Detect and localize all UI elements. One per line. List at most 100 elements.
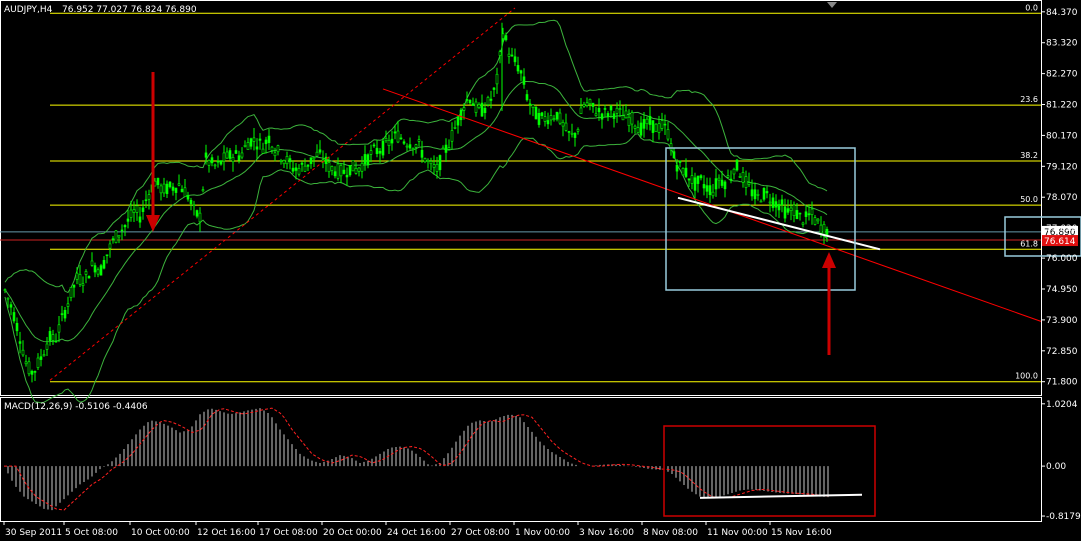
candle-body [447, 147, 451, 150]
price-tick-label: 80.170 [1046, 131, 1078, 141]
candle-body [396, 130, 400, 143]
price-tick-label: 73.900 [1046, 316, 1078, 326]
candle-body [627, 116, 631, 126]
candle-body [219, 160, 223, 165]
candle-body [612, 113, 616, 119]
candle-body [630, 112, 634, 125]
time-tick-label: 8 Nov 08:00 [643, 528, 698, 538]
candle-body [537, 113, 541, 125]
candle-body [606, 113, 610, 118]
price-tick-label: 79.120 [1046, 162, 1078, 172]
candle-body [303, 165, 307, 172]
candle-body [588, 99, 592, 105]
candle-body [540, 112, 544, 116]
candle-body [345, 174, 349, 178]
candle-body [642, 119, 646, 129]
price-tick-label: 83.320 [1046, 39, 1078, 49]
candle-body [429, 161, 433, 165]
trendlines [49, 7, 1042, 381]
candle-body [222, 152, 226, 162]
candle-body [96, 269, 100, 275]
candle-body [474, 101, 478, 113]
candle-body [513, 56, 517, 63]
price-tick-label: 77.020 [1046, 224, 1078, 234]
candle-body [255, 146, 259, 150]
candle-body [690, 175, 694, 184]
candle-body [462, 107, 466, 111]
candle-body [417, 139, 421, 142]
candle-body [390, 138, 394, 144]
candle-body [177, 183, 181, 186]
time-tick-label: 20 Oct 00:00 [323, 528, 382, 538]
candle-body [198, 212, 202, 223]
candle-body [735, 159, 739, 171]
candle-body [288, 158, 292, 163]
chart-canvas[interactable]: 0.0 23.6 38.2 50.0 61.8 100.0 76.89076.614 84… [0, 0, 1081, 541]
candle-body [621, 115, 625, 121]
candle-body [9, 304, 13, 308]
candle-body [798, 212, 802, 215]
candle-body [279, 160, 283, 162]
candle-body [159, 185, 163, 194]
price-tick-label: 74.950 [1046, 285, 1078, 295]
candle-body [57, 324, 61, 333]
candle-body [726, 175, 730, 178]
ohlc-readout: 76.952 77.027 76.824 76.890 [62, 5, 197, 15]
scroll-marker [827, 2, 837, 8]
candle-body [783, 206, 787, 219]
fib-level-label: 50.0 [1020, 195, 1038, 204]
candle-body [405, 145, 409, 148]
candle-body [723, 181, 727, 190]
candle-body [42, 354, 46, 357]
fib-level-label: 23.6 [1020, 95, 1038, 104]
candle-body [759, 200, 763, 203]
candle-body [384, 138, 388, 142]
candle-body [600, 113, 604, 120]
candle-body [810, 208, 814, 215]
candle-body [291, 167, 295, 172]
candle-body [705, 185, 709, 192]
candle-body [372, 144, 376, 147]
candle-body [348, 165, 352, 176]
candle-body [87, 275, 91, 279]
candle-body [309, 157, 313, 164]
candle-body [318, 149, 322, 153]
candle-body [660, 120, 664, 129]
candle-body [486, 97, 490, 105]
candle-body [687, 178, 691, 181]
candle-body [525, 94, 529, 101]
candle-body [120, 229, 124, 232]
candle-body [549, 115, 553, 121]
candle-body [393, 131, 397, 134]
candle-body [171, 186, 175, 191]
candle-body [102, 260, 106, 269]
candle-body [561, 122, 565, 127]
candle-body [651, 120, 655, 133]
candle-body [594, 113, 598, 116]
candle-body [45, 343, 49, 350]
candle-body [60, 313, 64, 315]
candle-body [354, 168, 358, 174]
candle-body [441, 147, 445, 150]
candle-body [453, 127, 457, 129]
bollinger-upper [4, 19, 828, 294]
candle-body [747, 182, 751, 185]
candle-body [225, 151, 229, 159]
candle-body [777, 204, 781, 211]
candle-body [99, 265, 103, 276]
candle-body [129, 209, 133, 218]
candle-body [180, 188, 184, 193]
candle-body [498, 51, 502, 56]
candle-body [285, 156, 289, 165]
candle-body [522, 76, 526, 85]
candle-body [546, 120, 550, 125]
candle-body [744, 176, 748, 188]
fib-level-label: 0.0 [1025, 3, 1038, 12]
candle-body [519, 70, 523, 74]
price-tick-label: 72.850 [1046, 347, 1078, 357]
candle-body [774, 201, 778, 208]
candle-body [696, 175, 700, 184]
candle-body [162, 183, 166, 194]
candle-body [654, 123, 658, 132]
candle-body [732, 168, 736, 175]
